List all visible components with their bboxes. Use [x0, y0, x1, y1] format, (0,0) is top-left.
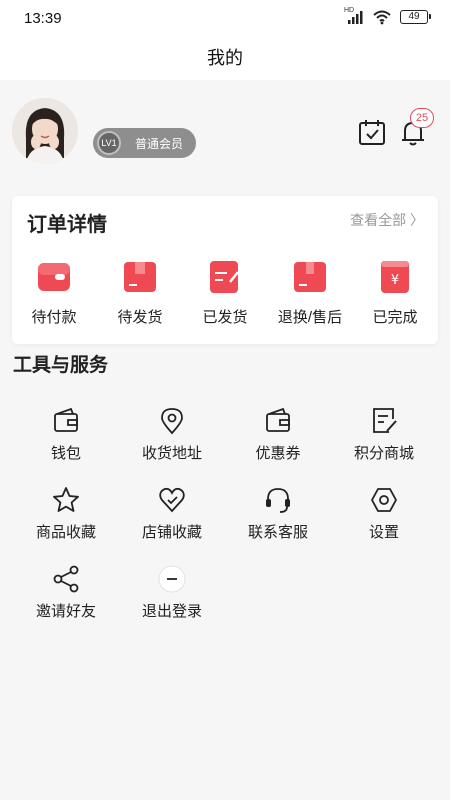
order-pending-shipment[interactable]: 待发货 — [100, 260, 180, 327]
tool-invite-friends[interactable]: 邀请好友 — [16, 564, 116, 621]
tool-settings[interactable]: 设置 — [334, 485, 434, 542]
minus-circle-icon — [157, 564, 187, 594]
tool-label: 设置 — [368, 524, 399, 541]
share-icon — [51, 564, 81, 594]
tools-section-title: 工具与服务 — [13, 355, 109, 376]
order-details-card: 订单详情 查看全部 〉 待付款 待发货 已发货 退换/售后 ¥ 已完成 — [12, 196, 438, 344]
signal-hd-label: HD — [344, 7, 355, 14]
order-item-label: 待发货 — [117, 309, 163, 326]
tool-label: 钱包 — [50, 445, 81, 462]
yuan-receipt-icon: ¥ — [378, 260, 412, 294]
order-completed[interactable]: ¥ 已完成 — [355, 260, 435, 327]
status-icons: HD 49 — [344, 7, 431, 25]
status-bar: 13:39 HD 49 — [0, 0, 450, 36]
see-all-orders-link[interactable]: 查看全部 〉 — [350, 210, 424, 230]
wifi-icon — [372, 9, 392, 25]
order-item-label: 退换/售后 — [277, 309, 343, 326]
member-level-badge[interactable]: LV1 普通会员 — [93, 128, 196, 158]
battery-icon: 49 — [400, 10, 431, 24]
order-shipped[interactable]: 已发货 — [185, 260, 265, 327]
tool-label: 联系客服 — [247, 524, 308, 541]
heart-icon — [157, 485, 187, 515]
tool-logout[interactable]: 退出登录 — [122, 564, 222, 621]
shipped-note-icon — [208, 260, 242, 294]
notification-badge: 25 — [410, 108, 434, 128]
order-item-label: 已发货 — [202, 309, 248, 326]
tool-label: 店铺收藏 — [141, 524, 202, 541]
settings-hexagon-icon — [369, 485, 399, 515]
profile-header: LV1 普通会员 — [0, 80, 450, 180]
signal-icon: HD — [344, 7, 364, 25]
tool-label: 收货地址 — [141, 445, 202, 462]
calendar-checkin-icon[interactable] — [358, 118, 386, 146]
headset-icon — [263, 485, 293, 515]
package-icon — [123, 260, 157, 294]
order-details-title: 订单详情 — [27, 214, 107, 236]
wallet-icon — [51, 406, 81, 436]
tool-wallet[interactable]: 钱包 — [16, 406, 116, 463]
order-return-aftersale[interactable]: 退换/售后 — [270, 260, 350, 327]
tool-store-favorites[interactable]: 店铺收藏 — [122, 485, 222, 542]
coupon-icon — [263, 406, 293, 436]
order-pending-payment[interactable]: 待付款 — [14, 260, 94, 327]
edit-document-icon — [369, 406, 399, 436]
order-item-label: 待付款 — [31, 309, 77, 326]
tool-label: 商品收藏 — [35, 524, 96, 541]
member-label: 普通会员 — [135, 136, 184, 151]
tool-coupons[interactable]: 优惠券 — [228, 406, 328, 463]
svg-text:¥: ¥ — [391, 273, 399, 288]
order-item-label: 已完成 — [372, 309, 418, 326]
tool-customer-service[interactable]: 联系客服 — [228, 485, 328, 542]
tool-label: 积分商城 — [353, 445, 414, 462]
tool-label: 退出登录 — [141, 603, 202, 620]
avatar[interactable] — [12, 98, 78, 164]
tool-shipping-address[interactable]: 收货地址 — [122, 406, 222, 463]
tool-product-favorites[interactable]: 商品收藏 — [16, 485, 116, 542]
status-time: 13:39 — [24, 10, 62, 27]
wallet-icon — [37, 260, 71, 294]
star-icon — [51, 485, 81, 515]
return-box-icon — [293, 260, 327, 294]
tool-label: 优惠券 — [255, 445, 301, 462]
page-title: 我的 — [0, 36, 450, 80]
tool-label: 邀请好友 — [35, 603, 96, 620]
tool-points-mall[interactable]: 积分商城 — [334, 406, 434, 463]
level-badge: LV1 — [97, 131, 121, 155]
location-pin-icon — [157, 406, 187, 436]
